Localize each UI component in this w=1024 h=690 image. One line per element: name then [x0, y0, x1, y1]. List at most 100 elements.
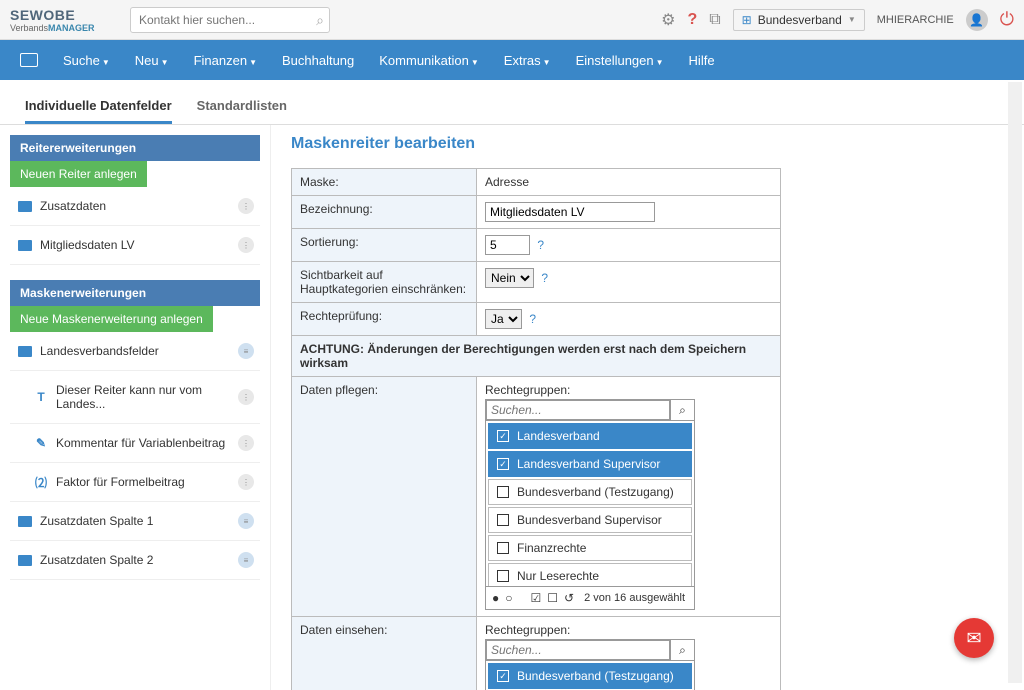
gear-icon[interactable]: ⚙: [661, 10, 675, 30]
sidebar-item-label: Zusatzdaten Spalte 2: [40, 553, 153, 567]
hierarchy-label: MHIERARCHIE: [877, 14, 954, 26]
scrollbar[interactable]: [1008, 82, 1022, 683]
rights-list[interactable]: ✓Bundesverband (Testzugang)✓Landesverban…: [486, 661, 694, 690]
item-menu-icon[interactable]: ≡: [238, 343, 254, 359]
sidebar: Reitererweiterungen Neuen Reiter anlegen…: [0, 125, 270, 690]
rights-item[interactable]: Bundesverband Supervisor: [488, 507, 692, 533]
tab-standardlisten[interactable]: Standardlisten: [197, 90, 287, 124]
nav-suche[interactable]: Suche▼: [63, 53, 110, 68]
hierarchy-selector[interactable]: ⊞ Bundesverband ▼: [733, 9, 865, 31]
item-menu-icon[interactable]: ≡: [238, 513, 254, 529]
dashboard-icon[interactable]: [20, 53, 38, 67]
check-all-icon[interactable]: ☑: [531, 591, 542, 605]
checkbox-icon: ✓: [497, 670, 509, 682]
nav-hilfe[interactable]: Hilfe: [689, 53, 715, 68]
reset-icon[interactable]: ↺: [564, 591, 574, 605]
help-icon[interactable]: ?: [687, 11, 697, 29]
rights-groups-label: Rechtegruppen:: [485, 623, 772, 637]
search-icon[interactable]: ⌕: [670, 400, 694, 420]
item-menu-icon[interactable]: ≡: [238, 552, 254, 568]
logout-icon[interactable]: ⏻: [1000, 9, 1014, 30]
item-menu-icon[interactable]: ⋮: [238, 435, 254, 451]
sub-tabs: Individuelle Datenfelder Standardlisten: [0, 80, 1024, 125]
nav-buchhaltung[interactable]: Buchhaltung: [282, 53, 354, 68]
search-icon[interactable]: ⌕: [670, 640, 694, 660]
value-maske: Adresse: [477, 169, 781, 196]
rights-item[interactable]: Nur Leserechte: [488, 563, 692, 586]
search-input[interactable]: [130, 7, 330, 33]
sidebar-folder-zusatzdaten-spalte-1[interactable]: Zusatzdaten Spalte 1 ≡: [10, 502, 260, 541]
select-all-filled-icon[interactable]: ●: [492, 591, 499, 605]
help-icon[interactable]: ?: [541, 271, 548, 285]
label-rechtepruefung: Rechteprüfung:: [292, 303, 477, 336]
item-menu-icon[interactable]: ⋮: [238, 237, 254, 253]
sidebar-sub-item[interactable]: ⑵ Faktor für Formelbeitrag ⋮: [10, 463, 260, 502]
sidebar-item-zusatzdaten[interactable]: Zusatzdaten ⋮: [10, 187, 260, 226]
checkbox-icon: [497, 514, 509, 526]
logo[interactable]: SEWOBE VerbandsMANAGER: [10, 5, 120, 35]
nav-einstellungen[interactable]: Einstellungen▼: [576, 53, 664, 68]
main-nav: Suche▼ Neu▼ Finanzen▼ Buchhaltung Kommun…: [0, 40, 1024, 80]
tab-individuelle-datenfelder[interactable]: Individuelle Datenfelder: [25, 90, 172, 124]
help-icon[interactable]: ?: [529, 312, 536, 326]
item-menu-icon[interactable]: ⋮: [238, 198, 254, 214]
rights-item-label: Finanzrechte: [517, 541, 586, 555]
selection-count: 2 von 16 ausgewählt: [584, 592, 685, 604]
checkbox-icon: [497, 542, 509, 554]
input-bezeichnung[interactable]: [485, 202, 655, 222]
rights-item-label: Landesverband Supervisor: [517, 457, 660, 471]
input-sortierung[interactable]: [485, 235, 530, 255]
rights-item[interactable]: ✓Bundesverband (Testzugang): [488, 663, 692, 689]
rights-item-label: Nur Leserechte: [517, 569, 599, 583]
topbar-right: ⚙ ? ⧉ ⊞ Bundesverband ▼ MHIERARCHIE 👤 ⏻: [661, 9, 1014, 31]
rights-item[interactable]: ✓Landesverband Supervisor: [488, 451, 692, 477]
new-maskenerweiterung-button[interactable]: Neue Maskenerweiterung anlegen: [10, 306, 213, 332]
rights-list[interactable]: ✓Landesverband✓Landesverband Supervisor B…: [486, 421, 694, 586]
rights-item-label: Bundesverband (Testzugang): [517, 485, 674, 499]
chat-fab-button[interactable]: ✉: [954, 618, 994, 658]
folder-icon: [18, 240, 32, 251]
page-title: Maskenreiter bearbeiten: [291, 135, 1004, 153]
folder-icon: [18, 201, 32, 212]
folder-icon: [18, 516, 32, 527]
help-icon[interactable]: ?: [537, 238, 544, 252]
sidebar-item-mitgliedsdaten-lv[interactable]: Mitgliedsdaten LV ⋮: [10, 226, 260, 265]
rights-item[interactable]: Finanzrechte: [488, 535, 692, 561]
item-menu-icon[interactable]: ⋮: [238, 389, 254, 405]
global-search: ⌕: [130, 7, 330, 33]
nav-extras[interactable]: Extras▼: [504, 53, 551, 68]
rights-groups-label: Rechtegruppen:: [485, 383, 772, 397]
devices-icon[interactable]: ⧉: [709, 11, 720, 29]
label-maske: Maske:: [292, 169, 477, 196]
sidebar-folder-landesverbandsfelder[interactable]: Landesverbandsfelder ≡: [10, 332, 260, 371]
select-sichtbarkeit[interactable]: Nein: [485, 268, 534, 288]
rights-footer: ● ○ ☑ ☐ ↺ 2 von 16 ausgewählt: [486, 586, 694, 609]
sidebar-folder-zusatzdaten-spalte-2[interactable]: Zusatzdaten Spalte 2 ≡: [10, 541, 260, 580]
item-menu-icon[interactable]: ⋮: [238, 474, 254, 490]
sidebar-sub-item[interactable]: T Dieser Reiter kann nur vom Landes... ⋮: [10, 371, 260, 424]
select-rechtepruefung[interactable]: Ja: [485, 309, 522, 329]
uncheck-all-icon[interactable]: ☐: [547, 591, 558, 605]
rights-search-input[interactable]: [486, 640, 670, 660]
rights-search-input[interactable]: [486, 400, 670, 420]
sidebar-sub-item[interactable]: ✎ Kommentar für Variablenbeitrag ⋮: [10, 424, 260, 463]
text-field-icon: T: [34, 390, 48, 404]
nav-neu[interactable]: Neu▼: [135, 53, 169, 68]
rights-picker-pflegen: ⌕ ✓Landesverband✓Landesverband Superviso…: [485, 399, 695, 610]
new-reiter-button[interactable]: Neuen Reiter anlegen: [10, 161, 147, 187]
select-none-icon[interactable]: ○: [505, 591, 512, 605]
form-table: Maske: Adresse Bezeichnung: Sortierung: …: [291, 168, 781, 690]
sidebar-item-label: Kommentar für Variablenbeitrag: [56, 436, 225, 450]
sidebar-item-label: Landesverbandsfelder: [40, 344, 159, 358]
avatar[interactable]: 👤: [966, 9, 988, 31]
number-field-icon: ⑵: [34, 475, 48, 489]
rights-item[interactable]: ✓Landesverband: [488, 423, 692, 449]
label-daten-pflegen: Daten pflegen:: [292, 377, 477, 617]
rights-picker-einsehen: ⌕ ✓Bundesverband (Testzugang)✓Landesverb…: [485, 639, 695, 690]
chevron-down-icon: ▼: [848, 15, 856, 24]
rights-item[interactable]: Bundesverband (Testzugang): [488, 479, 692, 505]
search-icon[interactable]: ⌕: [316, 12, 324, 29]
nav-finanzen[interactable]: Finanzen▼: [194, 53, 257, 68]
nav-kommunikation[interactable]: Kommunikation▼: [379, 53, 479, 68]
edit-icon: ✎: [34, 436, 48, 450]
